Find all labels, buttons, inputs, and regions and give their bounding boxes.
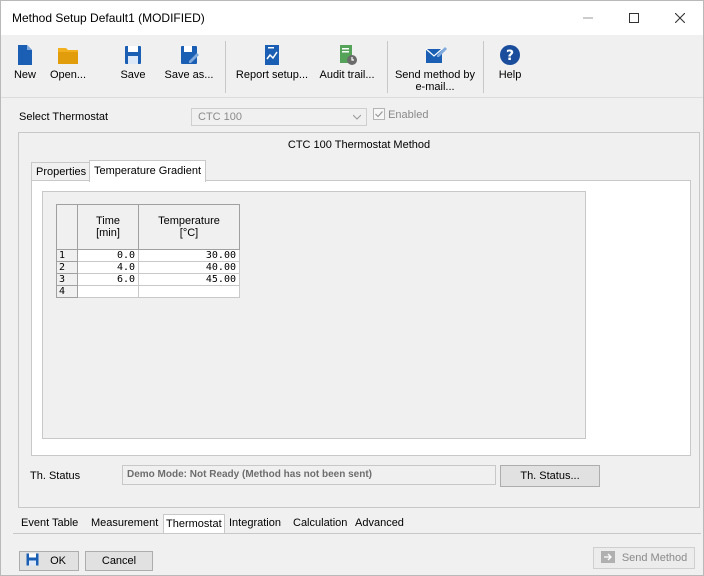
- minimize-icon: [583, 17, 593, 19]
- email-send-icon: [425, 47, 447, 63]
- ok-button[interactable]: OK: [19, 551, 79, 571]
- column-header-time[interactable]: Time [min]: [77, 204, 139, 250]
- checkbox-checked-icon: [373, 108, 385, 120]
- save-as-button[interactable]: Save as...: [161, 39, 217, 93]
- temperature-gradient-page: Time [min] Temperature [°C] 1 0.0 30.00 2 …: [31, 180, 691, 456]
- save-disk-icon: [125, 46, 141, 64]
- minimize-button[interactable]: [565, 1, 611, 35]
- maximize-button[interactable]: [611, 1, 657, 35]
- tab-temperature-gradient[interactable]: Temperature Gradient: [89, 160, 206, 182]
- thermostat-select-row: Select Thermostat CTC 100 Enabled: [1, 106, 703, 128]
- report-setup-button[interactable]: Report setup...: [235, 39, 309, 93]
- toolbar: New Open... Save Save as... Report setup…: [1, 35, 703, 98]
- column-header-temperature[interactable]: Temperature [°C]: [138, 204, 240, 250]
- time-cell[interactable]: 0.0: [77, 249, 139, 262]
- panel-heading: CTC 100 Thermostat Method: [287, 139, 431, 151]
- toolbar-separator: [225, 41, 226, 93]
- grid-corner: [56, 204, 78, 250]
- time-cell[interactable]: [77, 285, 139, 298]
- chevron-down-icon: [353, 114, 361, 120]
- select-thermostat-label: Select Thermostat: [19, 111, 109, 123]
- temperature-gradient-table[interactable]: Time [min] Temperature [°C] 1 0.0 30.00 2 …: [56, 204, 240, 298]
- toolbar-separator: [483, 41, 484, 93]
- tab-calculation[interactable]: Calculation: [293, 515, 347, 531]
- tab-thermostat[interactable]: Thermostat: [163, 514, 225, 534]
- tab-properties[interactable]: Properties: [31, 162, 92, 181]
- method-setup-window: Method Setup Default1 (MODIFIED) New Ope…: [0, 0, 704, 576]
- table-row[interactable]: 2 4.0 40.00: [56, 261, 240, 274]
- send-method-email-button[interactable]: Send method by e-mail...: [393, 39, 477, 93]
- divider: [13, 533, 701, 534]
- th-status-label: Th. Status: [30, 470, 81, 482]
- help-button[interactable]: ? Help: [493, 39, 527, 93]
- temperature-cell[interactable]: [138, 285, 240, 298]
- tab-measurement[interactable]: Measurement: [91, 515, 158, 531]
- temperature-cell[interactable]: 45.00: [138, 273, 240, 286]
- cancel-button[interactable]: Cancel: [85, 551, 153, 571]
- save-disk-icon: [26, 553, 39, 566]
- toolbar-separator: [387, 41, 388, 93]
- thermostat-dropdown[interactable]: CTC 100: [191, 108, 367, 126]
- time-cell[interactable]: 4.0: [77, 261, 139, 274]
- tab-integration[interactable]: Integration: [229, 515, 281, 531]
- table-row[interactable]: 1 0.0 30.00: [56, 249, 240, 262]
- report-chart-icon: [265, 45, 279, 65]
- thermostat-method-panel: CTC 100 Thermostat Method Properties Tem…: [18, 132, 700, 508]
- tab-advanced[interactable]: Advanced: [355, 515, 404, 531]
- enabled-checkbox[interactable]: Enabled: [373, 108, 428, 121]
- send-method-button[interactable]: Send Method: [593, 547, 695, 569]
- help-icon: ?: [500, 45, 520, 65]
- temperature-cell[interactable]: 40.00: [138, 261, 240, 274]
- close-button[interactable]: [657, 1, 703, 35]
- gradient-grid-area: Time [min] Temperature [°C] 1 0.0 30.00 2 …: [42, 191, 586, 439]
- audit-trail-icon: [340, 45, 357, 65]
- title-bar: Method Setup Default1 (MODIFIED): [1, 1, 703, 35]
- table-row[interactable]: 3 6.0 45.00: [56, 273, 240, 286]
- close-icon: [675, 13, 685, 23]
- save-as-icon: [181, 46, 199, 64]
- th-status-button[interactable]: Th. Status...: [500, 465, 600, 487]
- maximize-icon: [629, 13, 639, 23]
- tab-event-table[interactable]: Event Table: [21, 515, 78, 531]
- svg-text:?: ?: [506, 48, 514, 64]
- folder-icon: [58, 48, 78, 64]
- time-cell[interactable]: 6.0: [77, 273, 139, 286]
- send-arrow-icon: [600, 551, 615, 563]
- save-button[interactable]: Save: [115, 39, 151, 93]
- new-document-icon: [18, 45, 32, 65]
- audit-trail-button[interactable]: Audit trail...: [315, 39, 379, 93]
- open-button[interactable]: Open...: [43, 39, 93, 93]
- new-button[interactable]: New: [9, 39, 41, 93]
- window-title: Method Setup Default1 (MODIFIED): [12, 11, 205, 25]
- table-row[interactable]: 4: [56, 285, 240, 298]
- temperature-cell[interactable]: 30.00: [138, 249, 240, 262]
- th-status-field: Demo Mode: Not Ready (Method has not bee…: [122, 465, 496, 485]
